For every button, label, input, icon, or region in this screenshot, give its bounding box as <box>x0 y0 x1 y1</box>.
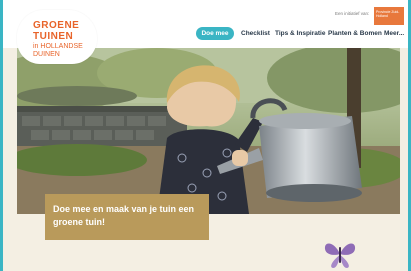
nav-meer[interactable]: Meer... <box>384 27 404 40</box>
hero-caption: Doe mee en maak van je tuin een groene t… <box>45 194 209 240</box>
nav-checklist[interactable]: Checklist <box>241 27 270 40</box>
butterfly-icon <box>324 243 356 268</box>
partner-logo-text: Provincie Zuid-Holland <box>376 10 400 18</box>
site-logo[interactable]: GROENE TUINEN in HOLLANDSE DUINEN <box>17 10 97 64</box>
page-frame: Een initiatief van: Provincie Zuid-Holla… <box>0 0 411 271</box>
logo-text-line3: in HOLLANDSE <box>33 43 83 50</box>
partner-logo[interactable]: Provincie Zuid-Holland <box>374 7 404 25</box>
hero-photo-illustration <box>17 48 400 214</box>
hero-caption-text: Doe mee en maak van je tuin een groene t… <box>53 204 195 227</box>
hero-image <box>17 48 400 214</box>
nav-doe-mee-button[interactable]: Doe mee <box>196 27 234 40</box>
nav-tips-inspiratie[interactable]: Tips & Inspiratie <box>275 27 325 40</box>
logo-text-line1: GROENE <box>33 20 80 31</box>
initiative-tagline: Een initiatief van: <box>335 11 370 16</box>
logo-text-line2: TUINEN <box>33 31 74 42</box>
nav-planten-bomen[interactable]: Planten & Bomen <box>328 27 382 40</box>
logo-text-line4: DUINEN <box>33 51 60 58</box>
